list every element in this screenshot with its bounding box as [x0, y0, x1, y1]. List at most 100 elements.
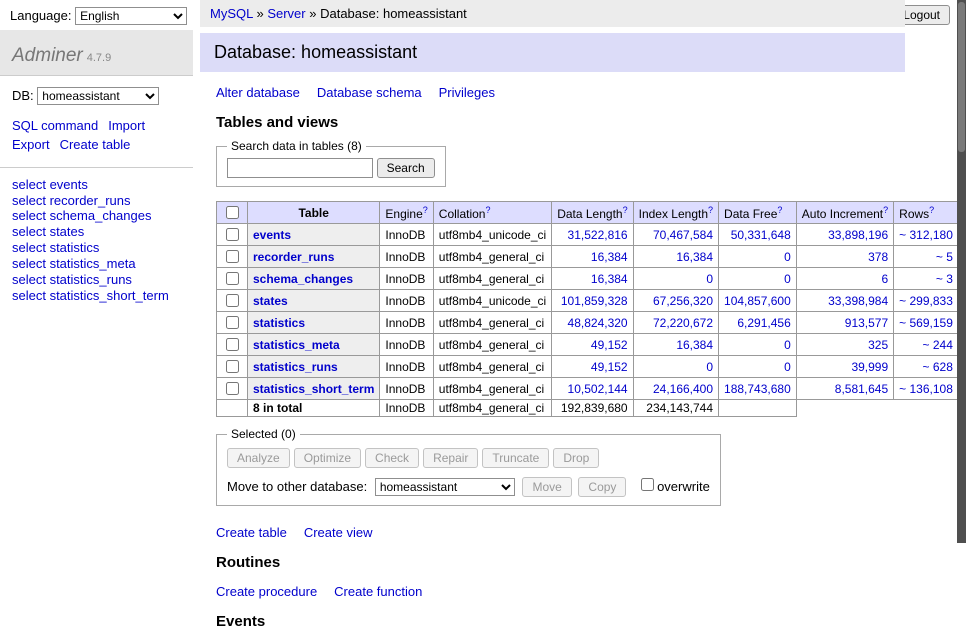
help-link[interactable]: ?: [485, 205, 490, 215]
index-length-cell: 0: [633, 268, 718, 290]
rows-cell: ~ 569,159: [894, 312, 959, 334]
rows-cell: ~ 244: [894, 334, 959, 356]
column-header-label: Data Free: [724, 207, 777, 221]
db-select[interactable]: homeassistant: [37, 87, 159, 105]
routine-link[interactable]: Create procedure: [216, 584, 317, 599]
auto-increment-cell: 39,999: [796, 356, 893, 378]
sidebar-action-link[interactable]: Import: [108, 118, 145, 133]
sidebar-table-link[interactable]: select events: [12, 177, 88, 192]
index-length-cell: 67,256,320: [633, 290, 718, 312]
database-action-links: Alter database Database schema Privileges: [216, 85, 905, 100]
collation-cell: utf8mb4_unicode_ci: [433, 290, 551, 312]
row-checkbox[interactable]: [226, 360, 239, 373]
index-length-cell: 24,166,400: [633, 378, 718, 400]
table-name-cell: recorder_runs: [248, 246, 380, 268]
column-header: Table: [248, 202, 380, 224]
row-checkbox[interactable]: [226, 228, 239, 241]
breadcrumb-link[interactable]: Server: [267, 6, 305, 21]
sidebar-table-link[interactable]: select schema_changes: [12, 208, 151, 223]
routine-link[interactable]: Create function: [334, 584, 422, 599]
drop-button[interactable]: Drop: [553, 448, 599, 468]
table-header-row: TableEngine?Collation?Data Length?Index …: [217, 202, 966, 224]
search-button[interactable]: Search: [377, 158, 435, 178]
content-inner: Alter databaseDatabase schemaPrivileges …: [200, 85, 905, 630]
move-db-select[interactable]: homeassistant: [375, 478, 515, 496]
help-link[interactable]: ?: [929, 205, 934, 215]
auto-increment-cell: 913,577: [796, 312, 893, 334]
table-name-link[interactable]: statistics_meta: [253, 338, 340, 352]
table-name-link[interactable]: statistics_short_term: [253, 382, 374, 396]
row-checkbox[interactable]: [226, 250, 239, 263]
create-link[interactable]: Create table: [216, 525, 287, 540]
help-link[interactable]: ?: [883, 205, 888, 215]
rows-cell: ~ 628: [894, 356, 959, 378]
create-link[interactable]: Create view: [304, 525, 373, 540]
sidebar-action-link[interactable]: Export: [12, 137, 50, 152]
search-input[interactable]: [227, 158, 373, 178]
language-select[interactable]: English: [75, 7, 187, 25]
move-button[interactable]: Move: [522, 477, 571, 497]
sidebar-table-link[interactable]: select statistics_meta: [12, 256, 136, 271]
table-name-cell: statistics: [248, 312, 380, 334]
table-name-link[interactable]: recorder_runs: [253, 250, 334, 264]
table-row: statistics_short_termInnoDButf8mb4_gener…: [217, 378, 966, 400]
check-button[interactable]: Check: [365, 448, 419, 468]
engine-cell: InnoDB: [380, 224, 433, 246]
row-checkbox[interactable]: [226, 382, 239, 395]
table-name-link[interactable]: states: [253, 294, 288, 308]
copy-button[interactable]: Copy: [578, 477, 626, 497]
index-length-cell: 0: [633, 356, 718, 378]
data-length-cell: 49,152: [552, 334, 633, 356]
sidebar-table-link[interactable]: select statistics_runs: [12, 272, 132, 287]
table-name-link[interactable]: statistics_runs: [253, 360, 338, 374]
column-header-label: Engine: [385, 207, 422, 221]
scrollbar[interactable]: [957, 0, 966, 543]
table-row: statistics_metaInnoDButf8mb4_general_ci4…: [217, 334, 966, 356]
app-name: Adminer: [12, 45, 83, 66]
truncate-button[interactable]: Truncate: [482, 448, 549, 468]
table-name-link[interactable]: events: [253, 228, 291, 242]
help-link[interactable]: ?: [777, 205, 782, 215]
breadcrumb-link[interactable]: MySQL: [210, 6, 253, 21]
row-checkbox[interactable]: [226, 338, 239, 351]
auto-increment-cell: 33,398,984: [796, 290, 893, 312]
total-row: 8 in totalInnoDButf8mb4_general_ci192,83…: [217, 400, 966, 417]
select-all-checkbox[interactable]: [226, 206, 239, 219]
sidebar-action-link[interactable]: SQL command: [12, 118, 98, 133]
help-link[interactable]: ?: [708, 205, 713, 215]
table-name-link[interactable]: statistics: [253, 316, 305, 330]
overwrite-checkbox[interactable]: [641, 478, 654, 491]
db-label: DB:: [12, 88, 34, 103]
sidebar-table-link[interactable]: select states: [12, 224, 84, 239]
help-link[interactable]: ?: [623, 205, 628, 215]
sidebar-table-link[interactable]: select statistics: [12, 240, 99, 255]
data-free-cell: 104,857,600: [719, 290, 797, 312]
row-checkbox[interactable]: [226, 316, 239, 329]
column-header: Engine?: [380, 202, 433, 224]
row-checkbox[interactable]: [226, 294, 239, 307]
help-link[interactable]: ?: [423, 205, 428, 215]
column-header-label: Index Length: [639, 207, 708, 221]
column-header-label: Data Length: [557, 207, 622, 221]
sidebar-table-item: select statistics_meta: [12, 256, 181, 272]
sidebar-table-link[interactable]: select statistics_short_term: [12, 288, 169, 303]
sidebar-action-link[interactable]: Create table: [60, 137, 131, 152]
sidebar-table-link[interactable]: select recorder_runs: [12, 193, 131, 208]
collation-cell: utf8mb4_general_ci: [433, 268, 551, 290]
breadcrumb-current: Database: homeassistant: [320, 6, 467, 21]
scrollbar-thumb[interactable]: [958, 2, 965, 152]
table-name-cell: statistics_meta: [248, 334, 380, 356]
repair-button[interactable]: Repair: [423, 448, 478, 468]
db-action-link[interactable]: Privileges: [439, 85, 495, 100]
db-action-link[interactable]: Alter database: [216, 85, 300, 100]
data-length-cell: 49,152: [552, 356, 633, 378]
table-row: statisticsInnoDButf8mb4_general_ci48,824…: [217, 312, 966, 334]
db-action-link[interactable]: Database schema: [317, 85, 422, 100]
data-free-cell: 50,331,648: [719, 224, 797, 246]
optimize-button[interactable]: Optimize: [294, 448, 361, 468]
table-name-link[interactable]: schema_changes: [253, 272, 353, 286]
overwrite-option[interactable]: overwrite: [637, 479, 710, 494]
row-checkbox[interactable]: [226, 272, 239, 285]
analyze-button[interactable]: Analyze: [227, 448, 290, 468]
total-index-length-cell: 234,143,744: [633, 400, 718, 417]
